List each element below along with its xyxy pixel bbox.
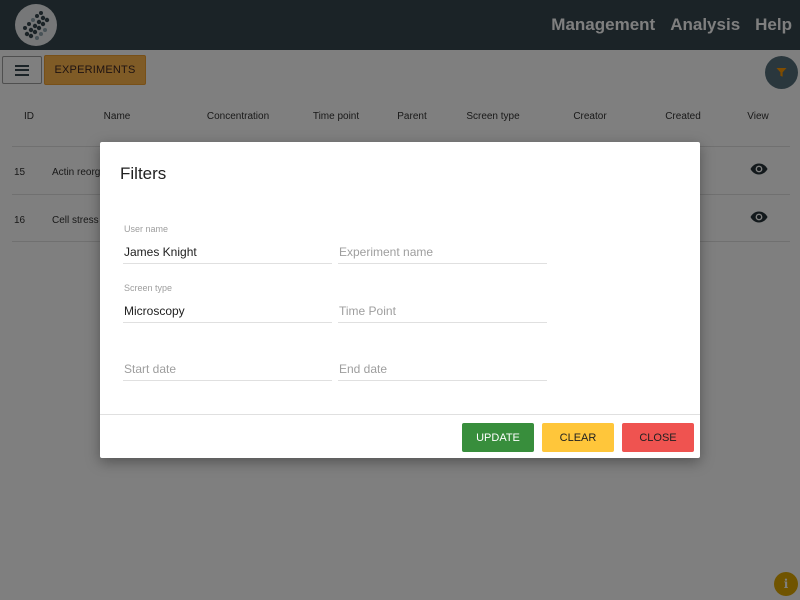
time-point-input[interactable] bbox=[338, 302, 547, 320]
user-name-label: User name bbox=[124, 224, 169, 234]
dialog-title: Filters bbox=[120, 164, 167, 183]
filters-dialog: Filters User name Screen type UPDATE CLE… bbox=[100, 142, 700, 458]
screen-type-input[interactable] bbox=[123, 302, 332, 320]
update-button[interactable]: UPDATE bbox=[462, 423, 534, 452]
start-date-input[interactable] bbox=[123, 360, 332, 378]
clear-button[interactable]: CLEAR bbox=[542, 423, 614, 452]
experiment-name-input[interactable] bbox=[338, 243, 547, 261]
dialog-footer: UPDATE CLEAR CLOSE bbox=[100, 414, 700, 458]
end-date-input[interactable] bbox=[338, 360, 547, 378]
experiment-name-field bbox=[338, 224, 547, 264]
screen-type-label: Screen type bbox=[124, 283, 173, 293]
start-date-field bbox=[123, 341, 332, 381]
time-point-field bbox=[338, 283, 547, 323]
end-date-field bbox=[338, 341, 547, 381]
user-name-input[interactable] bbox=[123, 243, 332, 261]
screen-type-field: Screen type bbox=[123, 283, 332, 323]
user-name-field: User name bbox=[123, 224, 332, 264]
close-button[interactable]: CLOSE bbox=[622, 423, 694, 452]
